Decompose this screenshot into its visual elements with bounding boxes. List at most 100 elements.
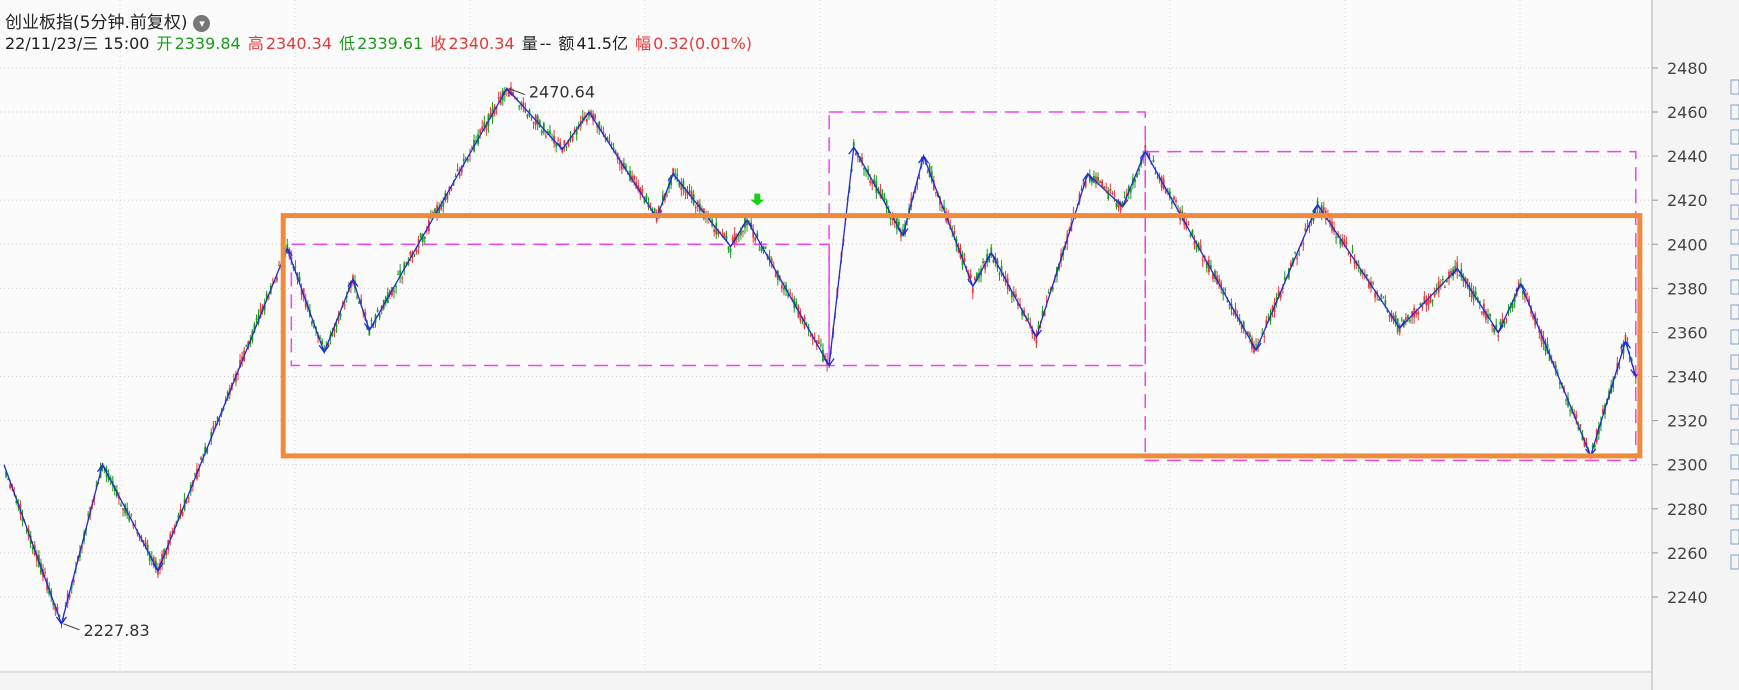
candle-body <box>1115 203 1118 207</box>
candle-body <box>1249 333 1251 337</box>
y-tick-label: 2280 <box>1667 500 1708 519</box>
candle-body <box>789 292 792 294</box>
candle-body <box>456 169 459 172</box>
candle-body <box>462 159 465 162</box>
candle-body <box>1345 242 1348 245</box>
candle-body <box>44 572 46 574</box>
candle-body <box>809 335 812 337</box>
plot-background <box>0 0 1652 670</box>
candle-body <box>1232 312 1235 315</box>
candle-body <box>1171 201 1173 204</box>
candle-body <box>1349 255 1352 258</box>
candle-body <box>813 336 816 338</box>
candle-body <box>310 321 313 325</box>
candle-body <box>1620 349 1623 351</box>
candle-body <box>1298 253 1301 255</box>
candle-body <box>294 266 297 268</box>
candle-body <box>1505 319 1508 321</box>
candle-body <box>395 286 397 288</box>
candle-body <box>370 320 373 322</box>
candle-body <box>181 512 184 516</box>
candle-body <box>1033 337 1036 339</box>
low-value: 2339.61 <box>357 34 424 53</box>
candle-body <box>1526 293 1528 296</box>
candle-body <box>1458 275 1461 277</box>
y-tick-label: 2360 <box>1667 323 1708 342</box>
candle-body <box>1536 319 1539 321</box>
y-tick-label: 2400 <box>1667 235 1708 254</box>
chart-area[interactable]: 创业板指(5分钟.前复权) ▾ 22/11/23/三 15:00 开 2339.84… <box>0 0 1739 690</box>
candle-body <box>1480 311 1483 314</box>
candle-body <box>212 426 215 430</box>
candle-body <box>335 324 338 327</box>
candle-body <box>1569 410 1572 412</box>
close-value: 2340.34 <box>448 34 515 53</box>
annotation-label: 2470.64 <box>529 83 595 102</box>
candle-body <box>869 180 872 184</box>
candle-body <box>1263 336 1266 338</box>
candle-body <box>393 290 395 292</box>
y-tick-label: 2440 <box>1667 147 1708 166</box>
candle-body <box>479 129 482 134</box>
candle-body <box>1446 280 1448 283</box>
candle-body <box>278 264 280 266</box>
candle-body <box>356 297 358 299</box>
y-tick-label: 2260 <box>1667 544 1708 563</box>
bar-date: 22/11/23/三 15:00 <box>5 34 150 53</box>
amount-value: 41.5亿 <box>576 34 628 53</box>
y-tick-label: 2380 <box>1667 279 1708 298</box>
candle-body <box>618 162 621 165</box>
candle-body <box>729 249 732 253</box>
candle-body <box>563 140 566 146</box>
chart-info-bar: 创业板指(5分钟.前复权) ▾ 22/11/23/三 15:00 开 2339.84… <box>0 0 1650 54</box>
candle-body <box>1111 192 1114 194</box>
candle-body <box>1384 300 1387 305</box>
candle-body <box>971 287 974 293</box>
candle-body <box>1109 189 1112 192</box>
candle-body <box>130 514 133 516</box>
candle-body <box>1123 197 1126 199</box>
candle-body <box>1417 311 1420 315</box>
candle-body <box>982 261 984 263</box>
annotation-label: 2227.83 <box>83 621 149 640</box>
candle-body <box>1618 366 1621 368</box>
candle-body <box>1047 292 1050 294</box>
candle-body <box>586 119 588 122</box>
candle-body <box>641 189 644 194</box>
amount-label: 额 <box>558 34 575 53</box>
candle-body <box>1497 335 1500 337</box>
y-tick-label: 2300 <box>1667 456 1708 475</box>
candle-body <box>1565 399 1567 401</box>
candle-body <box>565 146 568 148</box>
candle-body <box>1152 159 1155 163</box>
open-label: 开 <box>156 34 173 53</box>
candle-body <box>1187 224 1190 226</box>
change-label: 幅 <box>635 34 652 53</box>
change-value: 0.32(0.01%) <box>653 34 753 53</box>
candle-body <box>1097 176 1099 182</box>
candle-body <box>1255 344 1257 346</box>
candlestick-chart[interactable]: 2240 2260 2280 2300 2320 2340 2360 2380 2400 2420… <box>0 0 1739 690</box>
chevron-down-icon[interactable]: ▾ <box>193 14 211 32</box>
candle-body <box>1351 251 1354 253</box>
candle-body <box>783 288 785 290</box>
candle-body <box>1431 300 1434 302</box>
candle-body <box>1474 291 1477 296</box>
candle-body <box>255 318 258 320</box>
candle-body <box>764 246 767 249</box>
candle-body <box>694 207 697 209</box>
candle-body <box>276 277 278 281</box>
candle-body <box>245 345 248 347</box>
volume-label: 量 <box>521 34 538 53</box>
candle-body <box>1405 317 1407 321</box>
close-label: 收 <box>430 34 447 53</box>
candle-body <box>1409 319 1411 322</box>
candle-body <box>883 197 886 201</box>
candle-body <box>481 126 484 130</box>
y-tick-label: 2320 <box>1667 412 1708 431</box>
candle-body <box>1382 297 1385 299</box>
candle-body <box>713 229 716 233</box>
candle-body <box>540 131 543 134</box>
candle-body <box>401 277 404 279</box>
candle-body <box>633 175 636 180</box>
